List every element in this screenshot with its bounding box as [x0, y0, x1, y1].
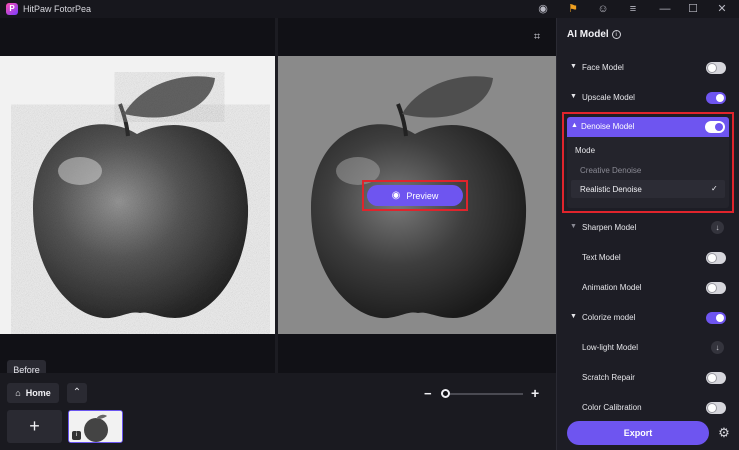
title-bar: P HitPaw FotorPea ◉ ⚑ ☺ ≡ — ☐ ✕ — [0, 0, 739, 18]
model-label: Face Model — [582, 63, 624, 72]
download-icon[interactable]: ↓ — [711, 341, 724, 354]
menu-icon[interactable]: ≡ — [626, 2, 640, 16]
gear-icon[interactable]: ⚙ — [716, 425, 732, 441]
panel-title-text: AI Model — [567, 29, 609, 40]
ai-model-panel: AI Model i ▼ Face Model ▼ Upscale Model ▲… — [556, 18, 739, 450]
zoom-slider-handle[interactable] — [441, 389, 450, 398]
eye-icon: ◉ — [391, 190, 401, 201]
model-label: Text Model — [582, 253, 621, 262]
model-label: Animation Model — [582, 283, 642, 292]
gift-icon[interactable]: ⚑ — [566, 2, 580, 16]
text-model-toggle[interactable] — [706, 252, 726, 264]
chevron-down-icon[interactable]: ▼ — [570, 63, 577, 70]
add-image-button[interactable]: + — [7, 410, 62, 443]
discord-icon[interactable]: ◉ — [536, 2, 550, 16]
denoise-highlight-frame — [562, 112, 734, 213]
panel-title: AI Model i — [567, 29, 621, 40]
app-title: HitPaw FotorPea — [23, 4, 92, 14]
chevron-down-icon[interactable]: ▼ — [570, 93, 577, 100]
before-image — [0, 56, 275, 334]
info-icon[interactable]: i — [611, 30, 621, 39]
app-logo-icon: P — [6, 3, 18, 15]
model-label: Sharpen Model — [582, 223, 637, 232]
model-label: Scratch Repair — [582, 373, 635, 382]
model-row-face[interactable]: ▼ Face Model — [557, 58, 739, 78]
thumbnail-badge-icon: i — [72, 431, 81, 440]
image-canvas[interactable]: ⌗ ◉ Preview Before — [0, 18, 556, 380]
zoom-in-button[interactable]: + — [531, 385, 539, 401]
model-label: Upscale Model — [582, 93, 635, 102]
export-button[interactable]: Export — [567, 421, 709, 445]
collapse-button[interactable]: ⌃ — [67, 383, 87, 403]
face-model-toggle[interactable] — [706, 62, 726, 74]
preview-button[interactable]: ◉ Preview — [367, 185, 463, 206]
image-thumbnail[interactable]: i — [68, 410, 123, 443]
model-label: Colorize model — [582, 313, 636, 322]
color-calibration-toggle[interactable] — [706, 402, 726, 414]
home-button[interactable]: ⌂ Home — [7, 383, 59, 403]
account-icon[interactable]: ☺ — [596, 2, 610, 16]
minimize-icon[interactable]: — — [658, 2, 672, 16]
model-row-sharpen[interactable]: ▼ Sharpen Model ↓ — [557, 218, 739, 238]
model-row-text[interactable]: Text Model — [557, 248, 739, 268]
model-row-color-calibration[interactable]: Color Calibration — [557, 398, 739, 418]
zoom-out-button[interactable]: − — [424, 386, 432, 401]
close-icon[interactable]: ✕ — [715, 2, 729, 16]
bottom-toolbar: ⌂ Home ⌃ + i − + — [0, 373, 556, 450]
model-row-animation[interactable]: Animation Model — [557, 278, 739, 298]
colorize-model-toggle[interactable] — [706, 312, 726, 324]
model-row-colorize[interactable]: ▼ Colorize model — [557, 308, 739, 328]
home-icon: ⌂ — [15, 388, 21, 398]
crop-icon[interactable]: ⌗ — [530, 30, 544, 44]
preview-label: Preview — [406, 190, 439, 201]
model-label: Low-light Model — [582, 343, 639, 352]
model-row-scratch-repair[interactable]: Scratch Repair — [557, 368, 739, 388]
maximize-icon[interactable]: ☐ — [686, 2, 700, 16]
chevron-down-icon[interactable]: ▼ — [570, 313, 577, 320]
download-icon[interactable]: ↓ — [711, 221, 724, 234]
model-row-low-light[interactable]: Low-light Model ↓ — [557, 338, 739, 358]
upscale-model-toggle[interactable] — [706, 92, 726, 104]
chevron-down-icon[interactable]: ▼ — [570, 223, 577, 230]
scratch-repair-toggle[interactable] — [706, 372, 726, 384]
zoom-slider-track[interactable] — [441, 393, 523, 395]
model-row-upscale[interactable]: ▼ Upscale Model — [557, 88, 739, 108]
home-label: Home — [25, 388, 51, 398]
animation-model-toggle[interactable] — [706, 282, 726, 294]
model-label: Color Calibration — [582, 403, 642, 412]
